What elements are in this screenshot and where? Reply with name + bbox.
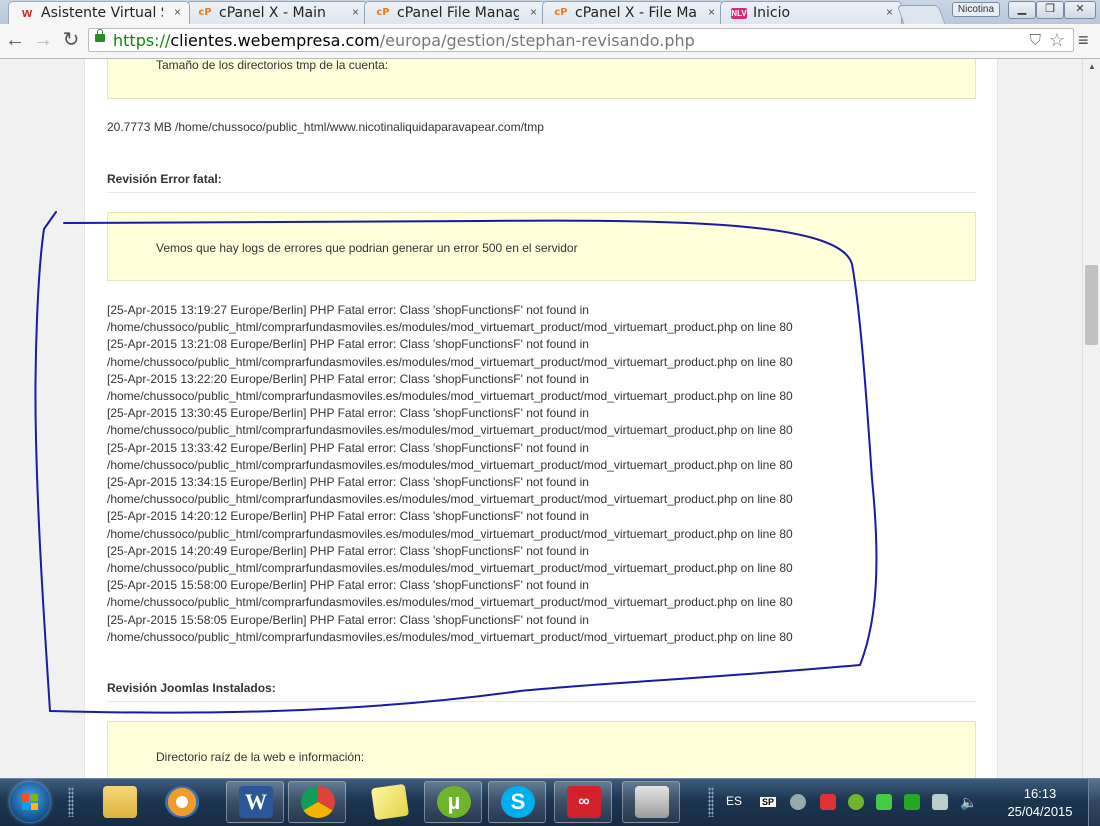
tab-label: Asistente Virtual Ste [41,5,163,21]
cpanel-favicon-icon: cP [554,7,568,18]
windows-taskbar: W µ S ∞ ES SP 🔈 16:13 25/04/2015 [0,778,1100,826]
system-clock[interactable]: 16:13 25/04/2015 [998,785,1082,821]
forward-icon[interactable]: → [32,28,54,52]
scroll-up-icon[interactable]: ▲ [1088,62,1096,71]
tab-close-icon[interactable]: × [174,5,181,19]
shield-icon[interactable]: ⛉ [1030,32,1041,49]
tab-cpanel-file-mana[interactable]: cP cPanel X - File Mana × [542,1,724,24]
tab-asistente-virtual[interactable]: w Asistente Virtual Ste × [8,1,190,24]
profile-button[interactable]: Nicotina [952,2,1000,17]
url-scheme: https:// [113,31,171,50]
taskbar-chrome[interactable] [288,781,346,823]
tab-strip: w Asistente Virtual Ste × cP cPanel X - … [0,0,1100,24]
back-icon[interactable]: ← [4,28,26,52]
utorrent-icon: µ [437,786,471,818]
hand-drawn-annotation [34,211,878,714]
tray-sp-label[interactable]: SP [760,797,777,807]
tab-cpanel-main[interactable]: cP cPanel X - Main × [186,1,368,24]
taskbar-adobe-cc[interactable]: ∞ [554,781,612,823]
menu-icon[interactable]: ≡ [1078,30,1089,51]
tab-cpanel-file-manager[interactable]: cP cPanel File Manager × [364,1,546,24]
browser-toolbar: ← → ↻ https://clientes.webempresa.com/eu… [0,24,1100,59]
cpanel-favicon-icon: cP [198,7,212,18]
tab-label: cPanel X - File Mana [575,5,697,21]
taskbar-skype[interactable]: S [488,781,546,823]
taskbar-utorrent[interactable]: µ [424,781,482,823]
language-indicator[interactable]: ES [726,794,742,808]
taskbar-sticky-notes[interactable] [360,781,418,823]
scroll-thumb[interactable] [1085,265,1098,345]
url-path: /europa/gestion/stephan-revisando.php [379,31,695,50]
minimize-icon[interactable]: ▁ [1008,1,1036,19]
adobe-cc-icon: ∞ [567,786,601,818]
tray-sync-icon[interactable] [790,794,806,810]
tray-leaf-icon[interactable] [876,794,892,810]
media-player-icon [165,786,199,818]
start-button[interactable] [10,782,50,822]
tab-close-icon[interactable]: × [708,5,715,19]
taskbar-word[interactable]: W [226,781,284,823]
annotation-stroke [34,211,878,714]
lock-icon [95,29,105,42]
windows-logo-icon [22,794,38,810]
close-window-icon[interactable]: ✕ [1064,1,1096,19]
explorer-icon [103,786,137,818]
tab-close-icon[interactable]: × [886,5,893,19]
network-icon[interactable] [932,794,948,810]
tab-label: cPanel X - Main [219,5,326,21]
tab-close-icon[interactable]: × [352,5,359,19]
star-icon[interactable]: ☆ [1049,30,1065,51]
volume-icon[interactable]: 🔈 [960,794,977,810]
taskbar-grip [708,787,714,817]
taskbar-camera[interactable] [622,781,680,823]
taskbar-media-player[interactable] [152,781,210,823]
show-desktop-button[interactable] [1088,779,1100,826]
clock-time: 16:13 [1023,786,1057,801]
sticky-notes-icon [370,783,410,821]
tray-download-icon[interactable] [904,794,920,810]
tab-close-icon[interactable]: × [530,5,537,19]
reload-icon[interactable]: ↻ [60,28,82,52]
vertical-scrollbar[interactable]: ▲ [1082,59,1100,778]
restore-icon[interactable]: ❐ [1036,1,1064,19]
chrome-icon [301,786,335,818]
tab-inicio[interactable]: NLV Inicio × [720,1,902,24]
url-text[interactable]: https://clientes.webempresa.com/europa/g… [113,31,695,50]
address-bar[interactable]: https://clientes.webempresa.com/europa/g… [88,28,1074,52]
clock-date: 25/04/2015 [1007,804,1073,819]
camera-icon [635,786,669,818]
new-tab-button[interactable] [896,5,946,24]
word-icon: W [239,786,273,818]
webempresa-favicon-icon: w [21,5,33,20]
url-host: clientes.webempresa.com [170,31,380,50]
tab-label: Inicio [753,5,791,21]
tab-label: cPanel File Manager [397,5,519,21]
skype-icon: S [501,786,535,818]
taskbar-grip [68,787,74,817]
tray-utorrent-icon[interactable] [848,794,864,810]
page-viewport: Tamaño de los directorios tmp de la cuen… [0,59,1082,778]
nlv-favicon-icon: NLV [731,8,747,19]
cpanel-favicon-icon: cP [376,7,390,18]
taskbar-explorer[interactable] [90,781,148,823]
tray-security-icon[interactable] [820,794,836,810]
